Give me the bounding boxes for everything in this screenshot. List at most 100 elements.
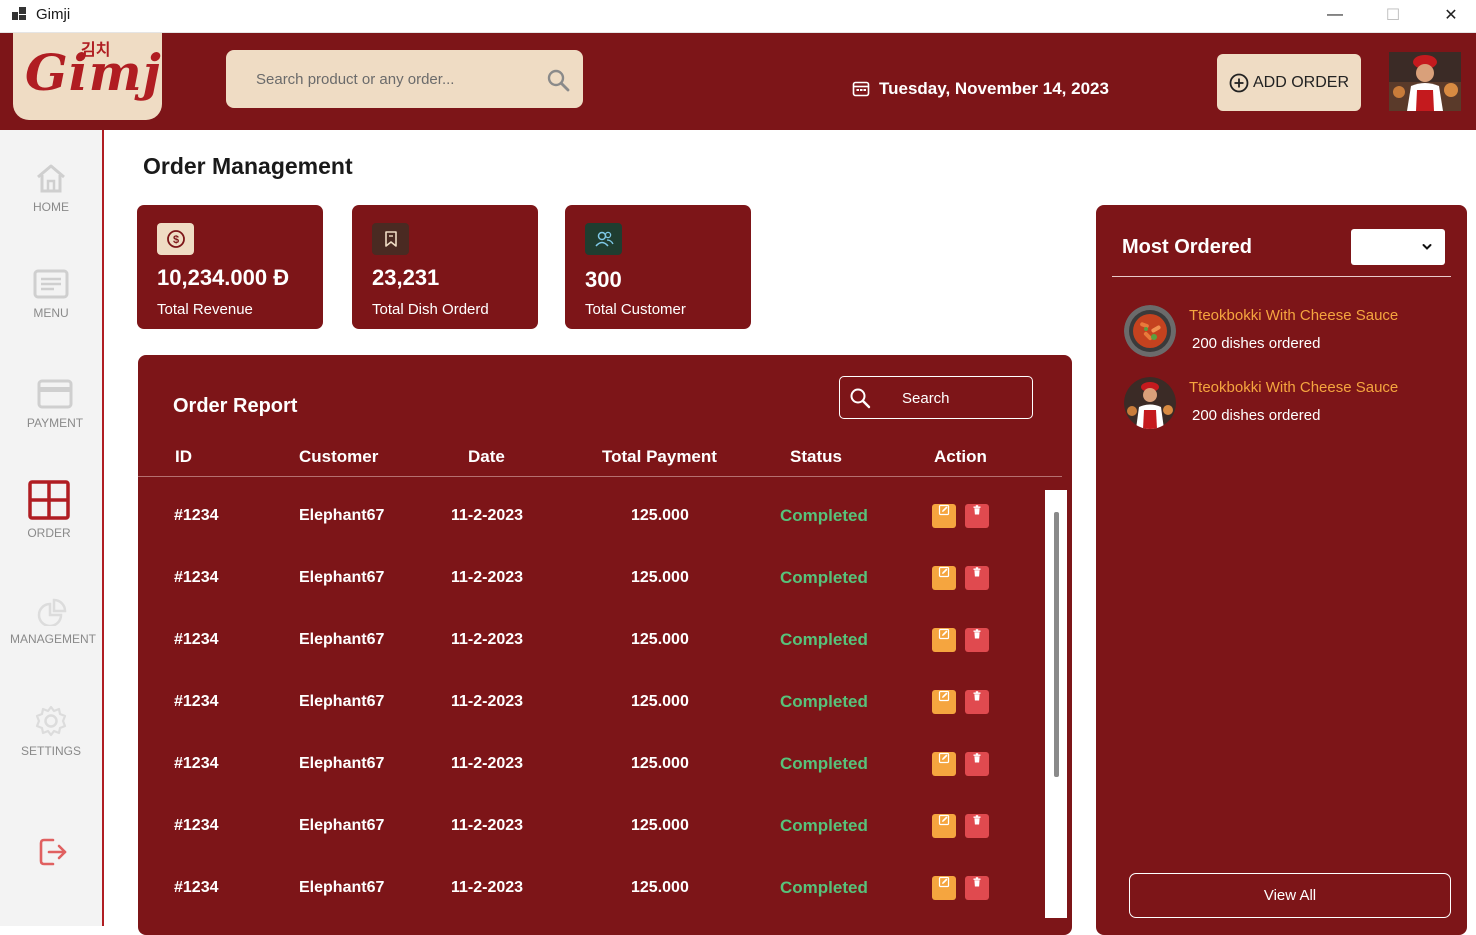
edit-button[interactable] [932,628,956,652]
sidebar-item-label: MANAGEMENT [9,632,96,646]
delete-button[interactable] [965,504,989,528]
column-header-status: Status [790,447,842,466]
order-date: 11-2-2023 [451,879,524,896]
sidebar-item-order[interactable]: ORDER [0,480,100,540]
edit-button[interactable] [932,876,956,900]
trash-icon [971,876,983,888]
column-header-action: Action [934,447,987,466]
table-row: #1234 Elephant67 11-2-2023 125.000 Completed [138,752,1048,785]
delete-button[interactable] [965,690,989,714]
order-customer: Elephant67 [299,817,385,834]
order-id: #1234 [174,569,219,586]
delete-button[interactable] [965,876,989,900]
stat-card-customers: 300 Total Customer [565,205,751,329]
bookmark-icon [372,223,409,255]
sidebar-item-menu[interactable]: MENU [0,268,102,320]
table-row: #1234 Elephant67 11-2-2023 125.000 Completed [138,690,1048,723]
sidebar-item-label: ORDER [27,526,71,540]
chef-photo [1124,377,1176,429]
edit-icon [938,752,950,764]
logout-button[interactable] [2,836,104,874]
edit-icon [938,876,950,888]
trash-icon [971,566,983,578]
most-ordered-item[interactable]: Tteokbokki With Cheese Sauce 200 dishes … [1124,377,1454,431]
sidebar: HOME MENU PAYMENT ORDER MANAGEMENT SETTI… [0,130,104,926]
order-id: #1234 [174,817,219,834]
sidebar-item-label: PAYMENT [26,416,84,430]
sidebar-item-label: MENU [33,306,69,320]
add-order-button[interactable]: ADD ORDER [1217,54,1361,111]
order-search-input[interactable]: Search [839,376,1033,419]
minimize-icon: — [1327,6,1343,23]
order-id: #1234 [174,755,219,772]
period-dropdown[interactable] [1351,229,1445,265]
logo-text: Gimji [25,43,162,102]
stat-value: 300 [585,267,622,292]
app-header: 김치 Gimji Tuesday, November 14, 2023 ADD … [0,33,1476,130]
table-row: #1234 Elephant67 11-2-2023 125.000 Completed [138,566,1048,599]
delete-button[interactable] [965,814,989,838]
search-icon[interactable] [546,68,570,92]
edit-button[interactable] [932,566,956,590]
order-status: Completed [780,754,868,773]
order-total-payment: 125.000 [631,507,689,524]
view-all-button[interactable]: View All [1129,873,1451,918]
page-title: Order Management [143,153,353,179]
order-table-scrollbar[interactable] [1045,490,1067,918]
trash-icon [971,628,983,640]
maximize-button[interactable]: ☐ [1364,0,1422,30]
global-search[interactable] [226,50,583,108]
svg-text:$: $ [172,234,178,246]
order-total-payment: 125.000 [631,817,689,834]
order-total-payment: 125.000 [631,693,689,710]
dish-name: Tteokbokki With Cheese Sauce [1189,307,1399,324]
delete-button[interactable] [965,628,989,652]
table-row: #1234 Elephant67 11-2-2023 125.000 Completed [138,876,1048,909]
most-ordered-item[interactable]: Tteokbokki With Cheese Sauce 200 dishes … [1124,305,1454,359]
delete-button[interactable] [965,752,989,776]
order-date: 11-2-2023 [451,569,524,586]
order-customer: Elephant67 [299,879,385,896]
users-icon [585,223,622,255]
order-id: #1234 [174,507,219,524]
minimize-button[interactable]: — [1306,0,1364,30]
order-table-header: ID Customer Date Total Payment Status Ac… [138,445,1062,477]
user-avatar[interactable] [1389,52,1461,111]
date-text: Tuesday, November 14, 2023 [879,79,1109,98]
sidebar-item-management[interactable]: MANAGEMENT [2,596,104,646]
order-status: Completed [780,878,868,897]
stat-card-revenue: $ 10,234.000 Đ Total Revenue [137,205,323,329]
current-date: Tuesday, November 14, 2023 [852,79,1109,99]
column-header-customer: Customer [299,447,379,466]
stat-value: 10,234.000 Đ [157,265,290,290]
stat-label: Total Revenue [157,301,253,318]
order-customer: Elephant67 [299,507,385,524]
scrollbar-thumb[interactable] [1054,512,1059,777]
order-total-payment: 125.000 [631,631,689,648]
dish-order-count: 200 dishes ordered [1192,335,1321,352]
delete-button[interactable] [965,566,989,590]
sidebar-item-settings[interactable]: SETTINGS [0,704,102,758]
sidebar-item-payment[interactable]: PAYMENT [4,378,106,430]
order-date: 11-2-2023 [451,631,524,648]
trash-icon [971,690,983,702]
sidebar-item-home[interactable]: HOME [0,162,102,214]
order-report-title: Order Report [173,395,298,417]
order-status: Completed [780,816,868,835]
edit-button[interactable] [932,504,956,528]
edit-button[interactable] [932,752,956,776]
chef-avatar-image [1389,52,1461,111]
global-search-input[interactable] [256,68,536,90]
edit-button[interactable] [932,814,956,838]
order-icon [28,480,70,520]
stat-card-dishes: 23,231 Total Dish Orderd [352,205,538,329]
close-button[interactable]: ✕ [1422,0,1476,30]
column-header-date: Date [468,447,505,466]
divider [1112,276,1451,277]
maximize-icon: ☐ [1385,7,1401,24]
edit-icon [938,690,950,702]
edit-button[interactable] [932,690,956,714]
logo[interactable]: 김치 Gimji [13,33,162,120]
trash-icon [971,504,983,516]
order-id: #1234 [174,631,219,648]
